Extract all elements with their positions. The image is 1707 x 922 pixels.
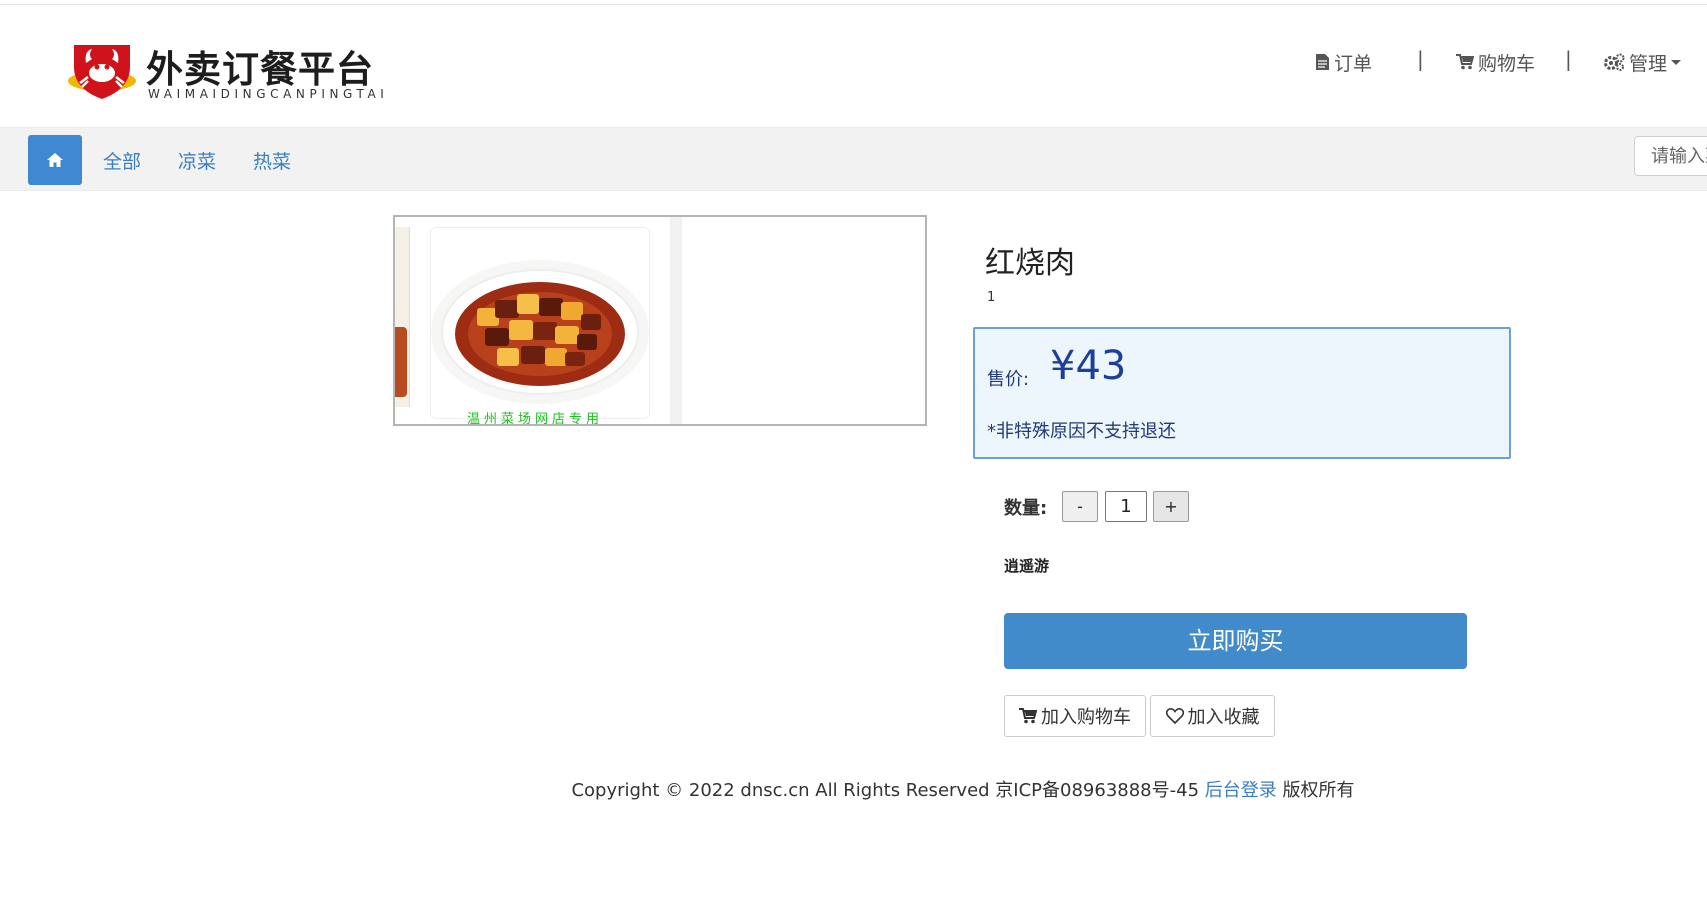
- quantity-decrement-button[interactable]: -: [1062, 491, 1098, 522]
- category-link-all[interactable]: 全部: [103, 147, 141, 174]
- previous-slide-image: [395, 227, 410, 407]
- previous-dish-photo: [395, 327, 407, 397]
- category-link-hot-dishes[interactable]: 热菜: [253, 147, 291, 174]
- quantity-increment-button[interactable]: +: [1153, 491, 1189, 522]
- copyright-text: Copyright © 2022 dnsc.cn All Rights Rese…: [571, 780, 1200, 801]
- nav-admin-dropdown[interactable]: 管理: [1603, 47, 1682, 77]
- category-link-cold-dishes[interactable]: 凉菜: [178, 147, 216, 174]
- site-header: 外卖订餐平台 WAIMAIDINGCANPINGTAI 订单 | 购物车 | 管…: [0, 5, 1707, 125]
- nav-cart-label: 购物车: [1478, 52, 1536, 75]
- product-subtitle: 1: [987, 290, 996, 305]
- nav-cart[interactable]: 购物车: [1456, 47, 1535, 77]
- cart-icon: [1019, 708, 1037, 724]
- quantity-input[interactable]: 1: [1105, 491, 1147, 522]
- buy-now-button[interactable]: 立即购买: [1004, 613, 1467, 669]
- product-photo: [430, 227, 650, 419]
- price-panel: 售价: ¥43 *非特殊原因不支持退还: [973, 327, 1511, 459]
- nav-separator: |: [1417, 47, 1424, 71]
- heart-icon: [1165, 708, 1184, 724]
- braised-pork-dish-image: [431, 260, 649, 404]
- chevron-down-icon: [1671, 59, 1682, 65]
- price-label: 售价:: [987, 369, 1030, 390]
- image-watermark: 温州菜场网店专用: [467, 412, 604, 426]
- quantity-label: 数量:: [1004, 498, 1048, 519]
- add-to-favorites-button[interactable]: 加入收藏: [1150, 695, 1275, 737]
- search-input[interactable]: 请输入菜: [1634, 136, 1707, 176]
- next-slide-edge: [670, 217, 682, 424]
- store-name: 逍遥游: [1004, 557, 1050, 575]
- brand-title: 外卖订餐平台: [146, 47, 374, 91]
- brand-logo[interactable]: 外卖订餐平台 WAIMAIDINGCANPINGTAI: [66, 35, 386, 105]
- home-icon: [47, 153, 63, 167]
- admin-login-link[interactable]: 后台登录: [1205, 780, 1277, 801]
- nav-separator: |: [1565, 47, 1572, 71]
- cart-icon: [1456, 54, 1474, 70]
- rights-text: 版权所有: [1282, 780, 1355, 801]
- gears-icon: [1604, 53, 1625, 71]
- price-value: ¥43: [1050, 343, 1127, 389]
- nav-admin-label: 管理: [1629, 52, 1668, 75]
- document-icon: [1316, 54, 1329, 70]
- refund-notice: *非特殊原因不支持退还: [987, 421, 1176, 442]
- add-to-cart-label: 加入购物车: [1041, 707, 1131, 728]
- brand-subtitle: WAIMAIDINGCANPINGTAI: [148, 87, 389, 101]
- product-name: 红烧肉: [985, 246, 1075, 281]
- crab-logo-icon: [68, 45, 136, 99]
- home-button[interactable]: [28, 135, 82, 185]
- category-bar: 全部 凉菜 热菜 请输入菜: [0, 127, 1707, 191]
- add-to-favorites-label: 加入收藏: [1187, 707, 1260, 728]
- nav-orders-label: 订单: [1334, 52, 1373, 75]
- site-footer: Copyright © 2022 dnsc.cn All Rights Rese…: [0, 776, 1707, 802]
- product-image-carousel[interactable]: 温州菜场网店专用: [393, 215, 927, 426]
- add-to-cart-button[interactable]: 加入购物车: [1004, 695, 1146, 737]
- nav-orders[interactable]: 订单: [1315, 47, 1372, 77]
